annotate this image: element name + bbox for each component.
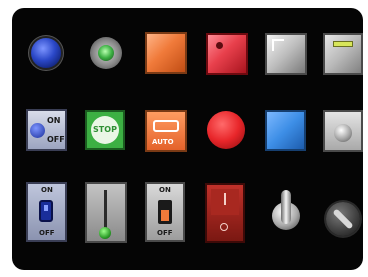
rocker-off-mark	[220, 223, 228, 231]
gray-square-button[interactable]	[265, 33, 307, 75]
slider-icon[interactable]	[99, 227, 111, 239]
gray-lamp-button[interactable]	[323, 33, 363, 75]
stop-label: STOP	[93, 125, 117, 134]
on-label: ON	[159, 186, 171, 194]
red-rocker-switch[interactable]	[205, 183, 245, 243]
on-label: ON	[47, 116, 61, 125]
gray-yellow-lamp-icon	[333, 41, 353, 47]
auto-label: AUTO	[152, 138, 174, 146]
blue-square-button[interactable]	[265, 110, 306, 151]
blue-toggle-switch[interactable]: ON OFF	[26, 182, 67, 242]
stop-icon: STOP	[91, 116, 119, 144]
orange-square-button[interactable]	[145, 32, 187, 74]
green-led-icon	[98, 45, 114, 61]
gray-knob-button[interactable]	[323, 110, 363, 152]
rotary-selector-switch[interactable]	[326, 202, 360, 236]
green-indicator-light[interactable]	[90, 37, 122, 69]
off-label: OFF	[39, 229, 55, 237]
orange-toggle-switch[interactable]: ON OFF	[145, 182, 185, 242]
on-label: ON	[41, 186, 53, 194]
on-off-switch-icon	[30, 123, 45, 138]
off-label: OFF	[157, 229, 173, 237]
rocker-on-mark	[224, 193, 226, 205]
auto-arrow-icon	[153, 120, 179, 132]
blue-pilot-lamp[interactable]	[31, 38, 61, 68]
on-off-switch[interactable]: ON OFF	[26, 109, 67, 151]
off-label: OFF	[47, 135, 65, 144]
lever-handle	[281, 190, 291, 224]
control-panel: ON OFF STOP AUTO ON OFF ON OFF	[12, 8, 363, 270]
stop-button[interactable]: STOP	[85, 110, 125, 150]
red-round-button[interactable]	[207, 111, 245, 149]
slider-track	[104, 190, 107, 230]
gray-square-button-icon	[272, 39, 284, 51]
vertical-slider[interactable]	[85, 182, 127, 243]
gray-knob-icon	[334, 124, 352, 142]
red-square-button[interactable]	[206, 33, 248, 75]
red-square-button-icon	[216, 42, 223, 49]
auto-button[interactable]: AUTO	[145, 110, 187, 152]
toggle-lever-switch[interactable]	[265, 190, 307, 240]
blue-toggle-icon	[39, 200, 53, 222]
rotary-selector-icon	[332, 208, 354, 230]
orange-toggle-icon	[158, 200, 172, 224]
